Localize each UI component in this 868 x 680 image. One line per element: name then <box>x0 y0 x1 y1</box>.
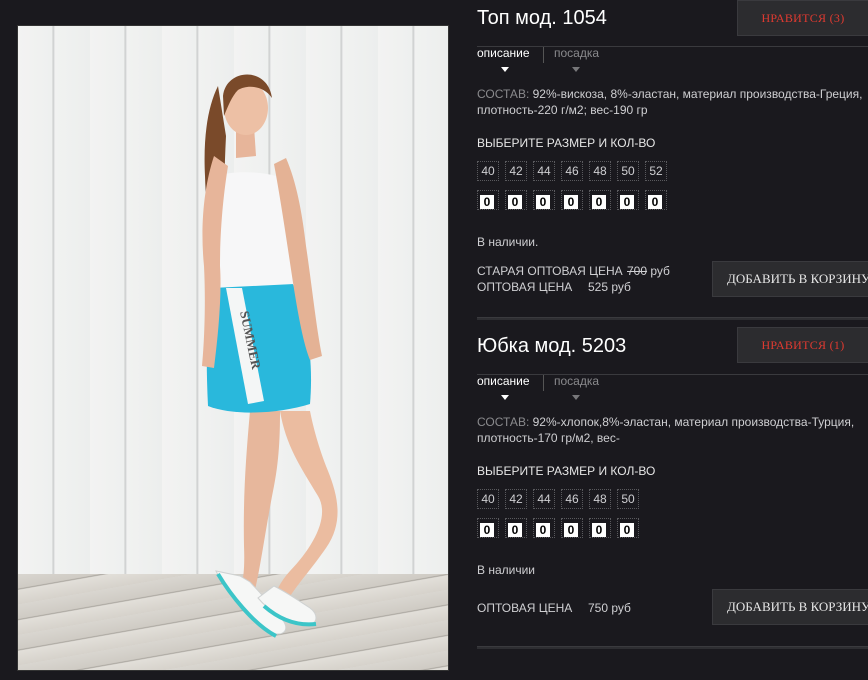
quantity-cell <box>589 190 611 210</box>
product-card-1: Топ мод. 1054 НРАВИТСЯ (3) описание поса… <box>477 0 868 320</box>
price-label: ОПТОВАЯ ЦЕНА <box>477 601 573 615</box>
composition-label: СОСТАВ: <box>477 415 530 429</box>
quantity-cell <box>589 518 611 538</box>
tab-separator <box>543 47 544 63</box>
tab-fit[interactable]: посадка <box>554 46 599 60</box>
composition-line-1: 92%-хлопок,8%-эластан, материал производ… <box>529 415 855 429</box>
size-section-title: ВЫБЕРИТЕ РАЗМЕР И КОЛ-ВО <box>477 136 656 150</box>
composition-text: СОСТАВ: 92%-вискоза, 8%-эластан, материа… <box>477 86 868 118</box>
tab-arrow-icon <box>572 395 580 400</box>
tabs-divider <box>477 46 868 47</box>
model-figure: SUMMER <box>202 74 338 638</box>
size-option: 46 <box>561 489 583 509</box>
size-option: 50 <box>617 161 639 181</box>
quantity-list <box>477 518 639 538</box>
quantity-list <box>477 190 667 210</box>
price-row: ОПТОВАЯ ЦЕНА 750 руб <box>477 601 631 615</box>
product-card-2: Юбка мод. 5203 НРАВИТСЯ (1) описание пос… <box>477 327 868 657</box>
size-option: 42 <box>505 489 527 509</box>
price-value: 750 руб <box>588 601 631 615</box>
quantity-input[interactable] <box>648 195 662 209</box>
size-option: 50 <box>617 489 639 509</box>
size-option: 48 <box>589 161 611 181</box>
add-to-cart-button[interactable]: ДОБАВИТЬ В КОРЗИНУ <box>712 589 868 625</box>
size-option: 42 <box>505 161 527 181</box>
quantity-input[interactable] <box>564 523 578 537</box>
stock-status: В наличии <box>477 563 536 577</box>
quantity-cell <box>561 190 583 210</box>
old-price-value: 700 руб <box>627 264 670 278</box>
size-option: 40 <box>477 161 499 181</box>
product-divider <box>477 646 868 649</box>
quantity-cell <box>645 190 667 210</box>
price-row: ОПТОВАЯ ЦЕНА 525 руб <box>477 280 631 294</box>
stock-status: В наличии. <box>477 235 539 249</box>
quantity-cell <box>533 518 555 538</box>
size-section-title: ВЫБЕРИТЕ РАЗМЕР И КОЛ-ВО <box>477 464 656 478</box>
price-value: 525 руб <box>588 280 631 294</box>
like-button[interactable]: НРАВИТСЯ (3) <box>737 0 868 36</box>
composition-line-2: плотность-170 гр/м2, вес- <box>477 431 620 445</box>
tab-description[interactable]: описание <box>477 46 530 60</box>
quantity-input[interactable] <box>508 195 522 209</box>
quantity-input[interactable] <box>592 523 606 537</box>
quantity-input[interactable] <box>592 195 606 209</box>
size-option: 48 <box>589 489 611 509</box>
composition-label: СОСТАВ: <box>477 87 530 101</box>
product-divider <box>477 317 868 320</box>
old-price-number: 700 <box>627 264 648 278</box>
tabs-divider <box>477 374 868 375</box>
quantity-input[interactable] <box>536 523 550 537</box>
size-list: 40 42 44 46 48 50 <box>477 489 639 509</box>
composition-line-1: 92%-вискоза, 8%-эластан, материал произв… <box>529 87 863 101</box>
composition-line-2: плотность-220 г/м2; вес-190 гр <box>477 103 648 117</box>
quantity-input[interactable] <box>620 523 634 537</box>
composition-text: СОСТАВ: 92%-хлопок,8%-эластан, материал … <box>477 414 868 446</box>
quantity-cell <box>561 518 583 538</box>
tab-active-arrow-icon <box>501 67 509 72</box>
quantity-cell <box>505 190 527 210</box>
tab-description[interactable]: описание <box>477 374 530 388</box>
size-list: 40 42 44 46 48 50 52 <box>477 161 667 181</box>
size-option: 46 <box>561 161 583 181</box>
tab-separator <box>543 375 544 391</box>
quantity-input[interactable] <box>564 195 578 209</box>
size-option: 44 <box>533 161 555 181</box>
like-button[interactable]: НРАВИТСЯ (1) <box>737 327 868 363</box>
quantity-input[interactable] <box>480 523 494 537</box>
size-option: 52 <box>645 161 667 181</box>
product-photo[interactable]: SUMMER <box>17 25 449 671</box>
tab-arrow-icon <box>572 67 580 72</box>
tab-active-arrow-icon <box>501 395 509 400</box>
old-price-unit: руб <box>647 264 670 278</box>
quantity-cell <box>533 190 555 210</box>
old-price-row: СТАРАЯ ОПТОВАЯ ЦЕНА 700 руб <box>477 264 670 278</box>
size-option: 40 <box>477 489 499 509</box>
quantity-input[interactable] <box>620 195 634 209</box>
product-title: Юбка мод. 5203 <box>477 335 627 357</box>
quantity-cell <box>477 518 499 538</box>
product-title: Топ мод. 1054 <box>477 7 607 29</box>
quantity-cell <box>505 518 527 538</box>
quantity-input[interactable] <box>508 523 522 537</box>
tab-fit[interactable]: посадка <box>554 374 599 388</box>
price-label: ОПТОВАЯ ЦЕНА <box>477 280 573 294</box>
old-price-label: СТАРАЯ ОПТОВАЯ ЦЕНА <box>477 264 623 278</box>
quantity-cell <box>617 190 639 210</box>
size-option: 44 <box>533 489 555 509</box>
add-to-cart-button[interactable]: ДОБАВИТЬ В КОРЗИНУ <box>712 261 868 297</box>
quantity-input[interactable] <box>536 195 550 209</box>
quantity-cell <box>617 518 639 538</box>
quantity-cell <box>477 190 499 210</box>
quantity-input[interactable] <box>480 195 494 209</box>
